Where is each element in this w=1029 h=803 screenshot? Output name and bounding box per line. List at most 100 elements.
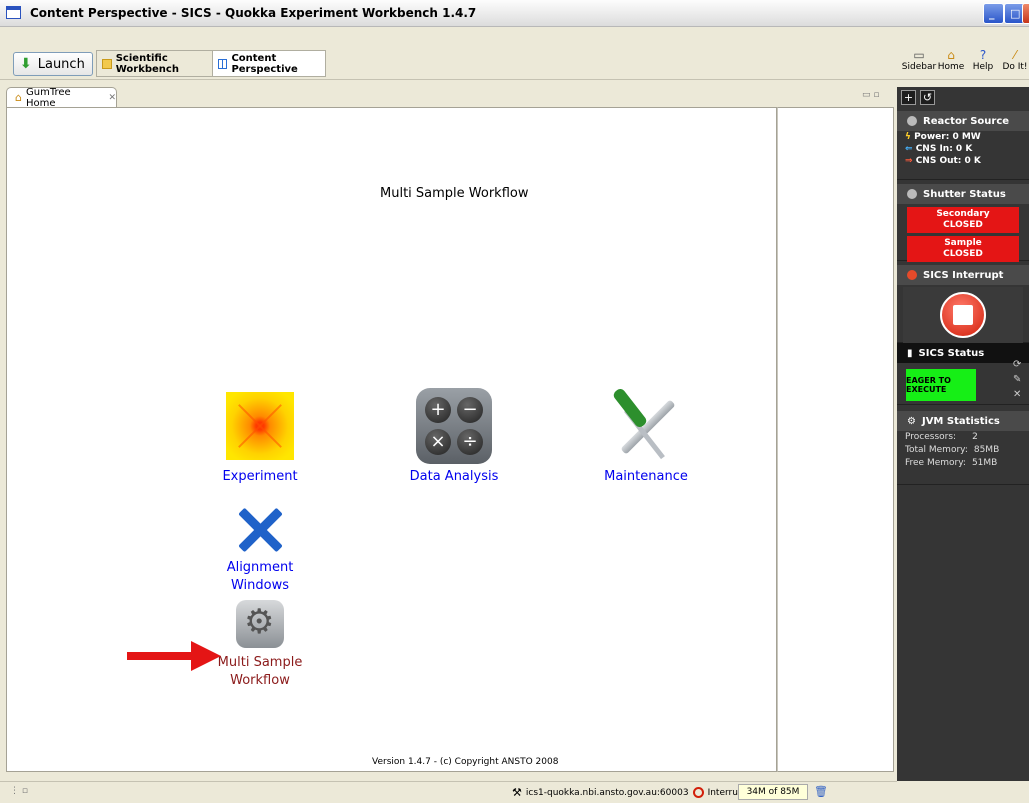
- tile-label-line1: Multi Sample: [217, 655, 303, 670]
- launch-button[interactable]: ⬇ Launch: [13, 52, 93, 76]
- home-tool-label: Home: [937, 62, 965, 72]
- reactor-source-title: Reactor Source: [923, 115, 1010, 127]
- home-icon: ⌂: [947, 48, 955, 62]
- do-it-button[interactable]: ⁄ Do It!: [1002, 48, 1028, 72]
- free-memory-row: Free Memory: 51MB: [897, 457, 1029, 470]
- secondary-value: CLOSED: [943, 220, 983, 230]
- sics-status-header: ▮ SICS Status: [897, 343, 1029, 363]
- secondary-shutter-status: Secondary CLOSED: [907, 207, 1019, 233]
- gear-icon: ⚙: [907, 415, 916, 427]
- tab-label: GumTree Home: [25, 86, 71, 109]
- help-button[interactable]: ? Help: [970, 48, 996, 72]
- total-memory-value: 85MB: [973, 445, 1000, 455]
- secondary-pane: [777, 107, 894, 772]
- gear-icon: [236, 600, 284, 648]
- launch-arrow-icon: ⬇: [20, 56, 32, 72]
- perspective-switcher: Scientific Workbench Content Perspective: [96, 50, 326, 77]
- tile-data-analysis[interactable]: + − × ÷ Data Analysis: [408, 388, 500, 486]
- jvm-statistics-title: JVM Statistics: [921, 415, 1000, 427]
- processors-row: Processors: 2: [897, 431, 1029, 444]
- app-icon: [6, 6, 21, 19]
- reactor-icon: [907, 116, 917, 126]
- home-button[interactable]: ⌂ Home: [937, 48, 965, 72]
- sidebar: + ↺ Reactor Source ϟ Power: 0 MW ⇐ CNS I…: [897, 87, 1029, 781]
- shutter-status-header: Shutter Status: [897, 184, 1029, 204]
- secondary-label: Secondary: [936, 209, 990, 219]
- do-it-tool-label: Do It!: [1002, 62, 1028, 72]
- title-bar: Content Perspective - SICS - Quokka Expe…: [0, 0, 1029, 27]
- refresh-icon[interactable]: ↺: [920, 90, 935, 105]
- help-tool-label: Help: [972, 62, 994, 72]
- tile-label-line1: Alignment: [226, 560, 294, 575]
- heap-status[interactable]: 34M of 85M: [738, 784, 808, 800]
- sics-status-value: EAGER TO EXECUTE: [906, 369, 976, 401]
- arrow-right-icon: ⇒: [905, 156, 913, 166]
- tile-alignment-windows[interactable]: Alignment Windows: [222, 505, 298, 595]
- screwdriver-handle: [611, 386, 649, 430]
- shutter-status-panel: Shutter Status Secondary CLOSED Sample C…: [897, 180, 1029, 262]
- folder-icon: [102, 58, 112, 69]
- server-icon: ▮: [907, 347, 913, 359]
- perspective-grid-icon: [218, 58, 228, 69]
- sample-value: CLOSED: [943, 249, 983, 259]
- cns-in-value: CNS In: 0 K: [915, 144, 973, 154]
- sidebar-toolbar: + ↺: [897, 87, 1029, 111]
- calculator-icon: + − × ÷: [416, 388, 492, 464]
- total-memory-label: Total Memory:: [905, 445, 968, 455]
- sample-label: Sample: [944, 238, 982, 248]
- tile-label: Data Analysis: [409, 469, 499, 484]
- sidebar-icon: ▭: [913, 48, 925, 62]
- tile-label-line2: Windows: [230, 578, 290, 593]
- interrupt-indicator-icon[interactable]: [692, 787, 704, 798]
- power-line: ϟ Power: 0 MW: [897, 131, 1029, 143]
- close-button[interactable]: [1022, 3, 1029, 24]
- add-icon[interactable]: +: [901, 90, 916, 105]
- version-text: Version 1.4.7 - (c) Copyright ANSTO 2008: [372, 757, 559, 767]
- cns-in-line: ⇐ CNS In: 0 K: [897, 143, 1029, 155]
- status-bar: ⋮ ▫ ⚒ ics1-quokka.nbi.ansto.gov.au:60003…: [0, 781, 897, 803]
- sics-status-actions: ⟳ ✎ ✕: [1013, 359, 1021, 400]
- shutter-icon: [907, 189, 917, 199]
- interrupt-status-icon: [907, 270, 917, 280]
- sidebar-toggle-button[interactable]: ▭ Sidebar: [902, 48, 936, 72]
- sics-interrupt-panel: SICS Interrupt: [897, 261, 1029, 343]
- processors-label: Processors:: [905, 432, 957, 442]
- power-value: Power: 0 MW: [914, 132, 981, 142]
- stop-icon: [953, 305, 973, 325]
- free-memory-label: Free Memory:: [905, 458, 966, 468]
- multiply-icon: ×: [425, 429, 451, 455]
- connection-address: ics1-quokka.nbi.ansto.gov.au:60003: [525, 787, 689, 798]
- tab-gumtree-home[interactable]: ⌂ GumTree Home ✕: [6, 86, 117, 109]
- sidebar-tool-label: Sidebar: [901, 62, 937, 72]
- wrench-icon[interactable]: ✎: [1013, 374, 1021, 385]
- disconnect-icon[interactable]: ✕: [1013, 389, 1021, 400]
- shutter-status-title: Shutter Status: [923, 188, 1006, 200]
- interrupt-box: [903, 287, 1023, 343]
- tile-label: Maintenance: [604, 469, 688, 484]
- close-icon[interactable]: ✕: [108, 93, 116, 103]
- garbage-collect-icon[interactable]: 🗑: [814, 785, 828, 798]
- experiment-icon: [226, 392, 294, 460]
- tile-label: Experiment: [222, 469, 298, 484]
- perspective-scientific-workbench[interactable]: Scientific Workbench: [97, 51, 212, 76]
- sics-status-panel: ▮ SICS Status EAGER TO EXECUTE: [897, 343, 1029, 405]
- interrupt-button[interactable]: [940, 292, 986, 338]
- reactor-source-panel: Reactor Source ϟ Power: 0 MW ⇐ CNS In: 0…: [897, 111, 1029, 180]
- tile-experiment[interactable]: Experiment: [222, 392, 298, 486]
- reconnect-icon[interactable]: ⟳: [1013, 359, 1021, 370]
- tile-maintenance[interactable]: Maintenance: [601, 386, 691, 486]
- arrow-left-icon: ⇐: [905, 144, 913, 154]
- perspective-content[interactable]: Content Perspective: [212, 51, 325, 76]
- fast-view-icon[interactable]: ⋮ ▫: [10, 786, 28, 796]
- red-arrow-icon: [127, 641, 221, 671]
- minus-icon: −: [457, 397, 483, 423]
- editor-view-controls[interactable]: ▭ ▫: [862, 90, 879, 100]
- divide-icon: ÷: [457, 429, 483, 455]
- tile-multi-sample-workflow[interactable]: Multi Sample Workflow: [214, 600, 306, 690]
- processors-value: 2: [972, 432, 978, 442]
- minimize-button[interactable]: _: [983, 3, 1004, 24]
- sics-interrupt-header: SICS Interrupt: [897, 265, 1029, 285]
- total-memory-row: Total Memory: 85MB: [897, 444, 1029, 457]
- jvm-statistics-panel: ⚙ JVM Statistics Processors: 2 Total Memo…: [897, 405, 1029, 485]
- launch-label: Launch: [37, 56, 85, 72]
